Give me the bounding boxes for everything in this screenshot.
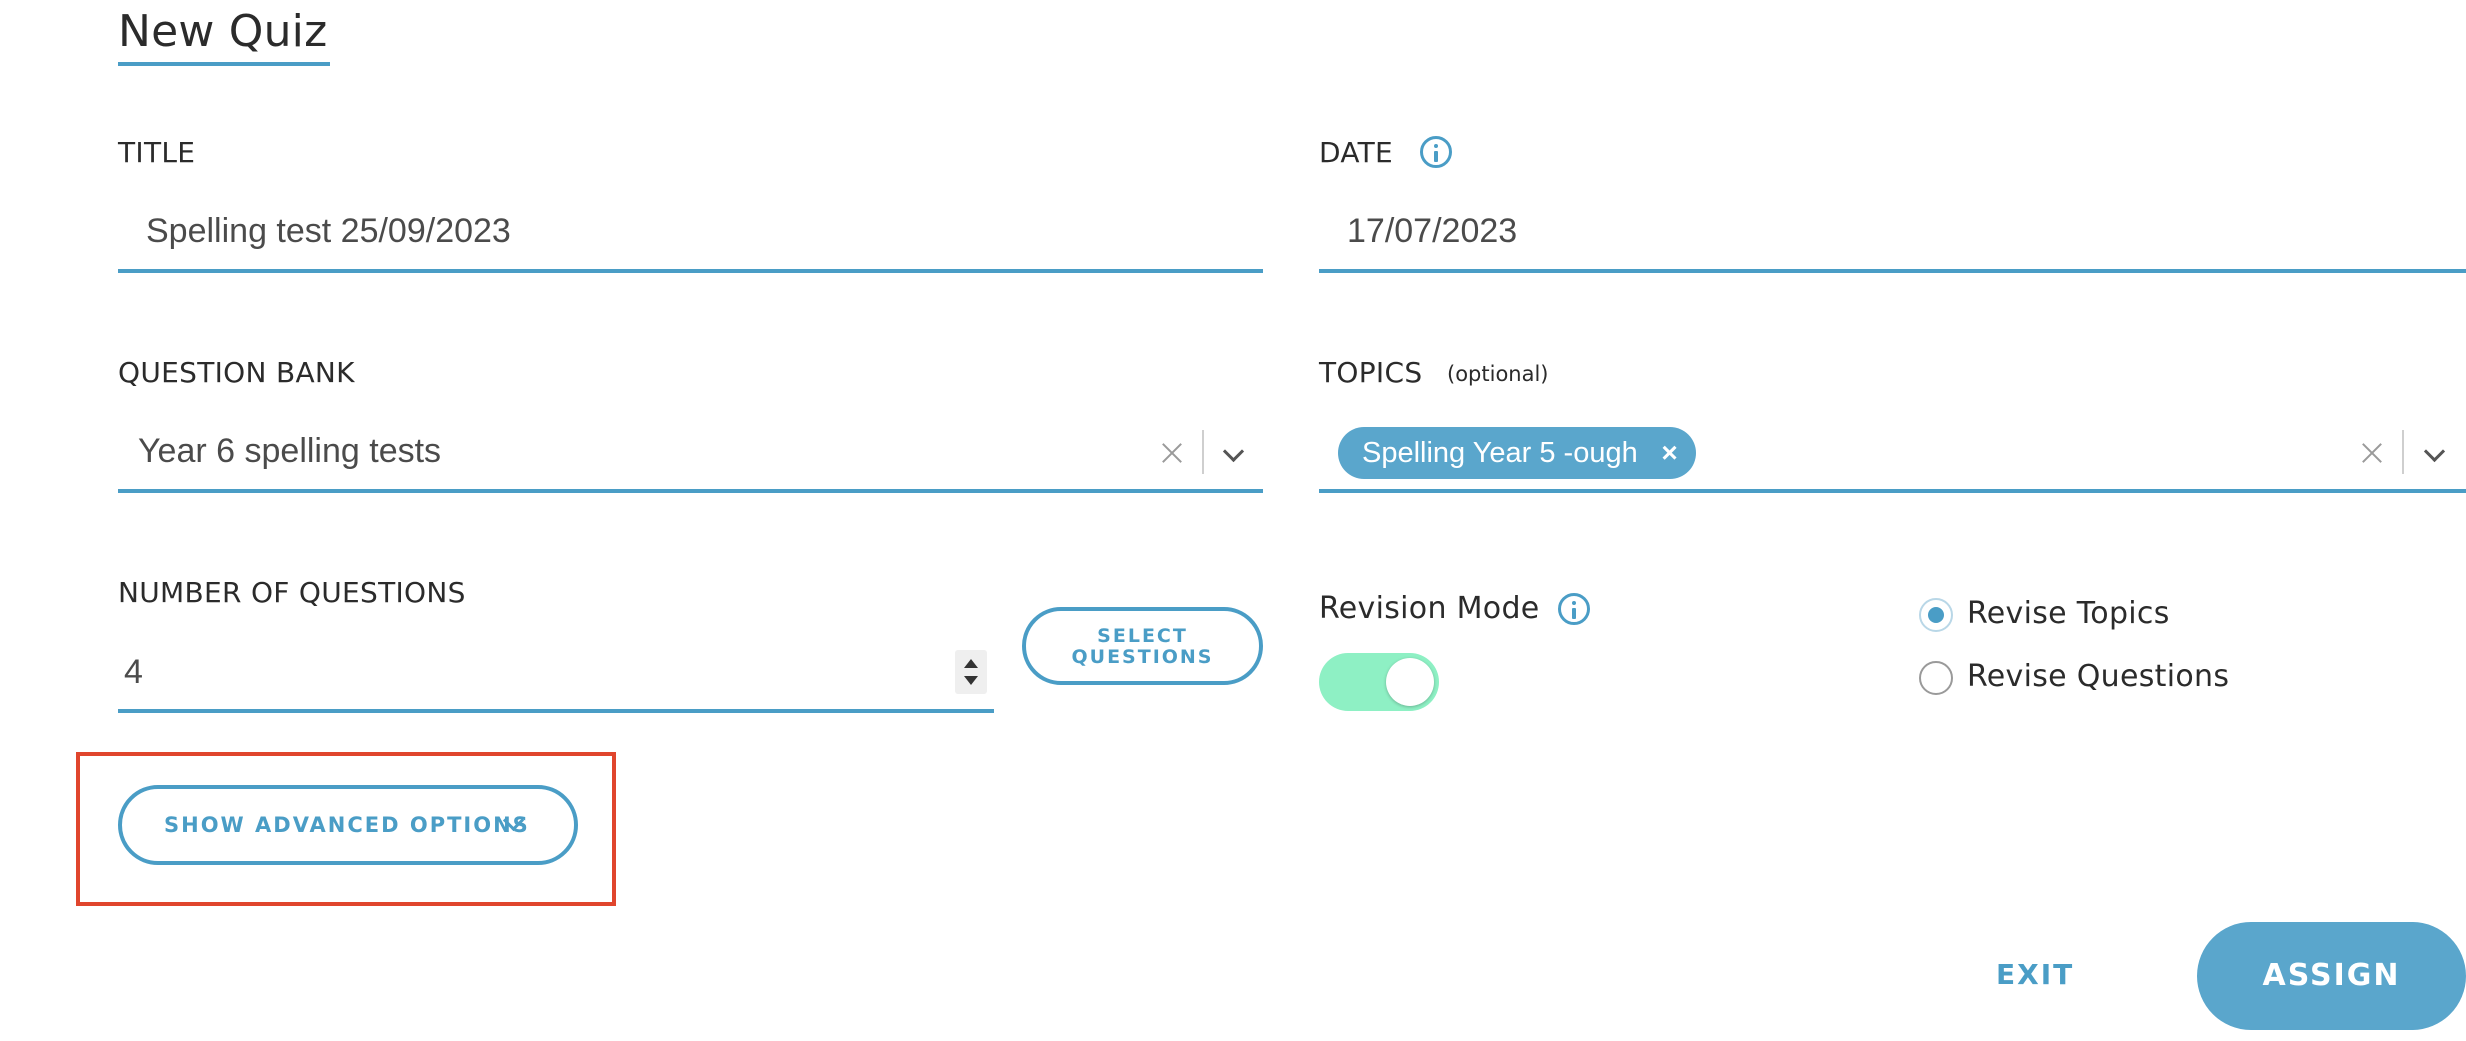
chevron-down-icon[interactable] — [1222, 440, 1245, 463]
question-bank-underline — [118, 489, 1263, 493]
title-label: TITLE — [118, 136, 196, 169]
question-bank-label: QUESTION BANK — [118, 356, 355, 389]
question-bank-select[interactable]: Year 6 spelling tests — [138, 432, 441, 471]
topic-chip[interactable]: Spelling Year 5 -ough × — [1338, 427, 1696, 479]
close-icon[interactable]: × — [1661, 427, 1677, 479]
quantity-stepper[interactable] — [955, 650, 987, 694]
topics-label: TOPICS — [1319, 356, 1423, 389]
radio-revise-questions-label: Revise Questions — [1967, 659, 2230, 694]
date-input-underline — [1319, 269, 2466, 273]
revision-mode-toggle[interactable] — [1319, 653, 1439, 711]
close-icon[interactable] — [2361, 442, 2383, 464]
close-icon[interactable] — [1161, 442, 1183, 464]
title-input-underline — [118, 269, 1263, 273]
topics-underline — [1319, 489, 2466, 493]
radio-revise-questions[interactable] — [1919, 661, 1953, 695]
show-advanced-options-label: SHOW ADVANCED OPTIONS — [164, 813, 530, 837]
assign-button[interactable]: ASSIGN — [2197, 922, 2466, 1030]
topics-optional-label: (optional) — [1447, 362, 1549, 386]
show-advanced-options-button[interactable]: SHOW ADVANCED OPTIONS — [118, 785, 578, 865]
chevron-down-icon[interactable] — [2423, 440, 2446, 463]
radio-revise-topics[interactable] — [1919, 598, 1953, 632]
topic-chip-label: Spelling Year 5 -ough — [1362, 437, 1638, 469]
page-title-underline — [118, 62, 330, 66]
revision-mode-label: Revision Mode — [1319, 591, 1540, 626]
select-separator — [2402, 430, 2404, 474]
select-separator — [1202, 430, 1204, 474]
date-input[interactable]: 17/07/2023 — [1347, 212, 1517, 251]
title-input[interactable]: Spelling test 25/09/2023 — [146, 212, 511, 251]
page-title: New Quiz — [118, 6, 328, 57]
info-icon[interactable] — [1558, 593, 1590, 625]
num-questions-underline — [118, 709, 994, 713]
exit-button[interactable]: EXIT — [1996, 958, 2074, 991]
info-icon[interactable] — [1420, 136, 1452, 168]
num-questions-input[interactable]: 4 — [124, 653, 143, 692]
radio-revise-topics-label: Revise Topics — [1967, 596, 2170, 631]
select-questions-button[interactable]: SELECT QUESTIONS — [1022, 607, 1263, 685]
date-label: DATE — [1319, 136, 1394, 169]
num-questions-label: NUMBER OF QUESTIONS — [118, 576, 466, 609]
